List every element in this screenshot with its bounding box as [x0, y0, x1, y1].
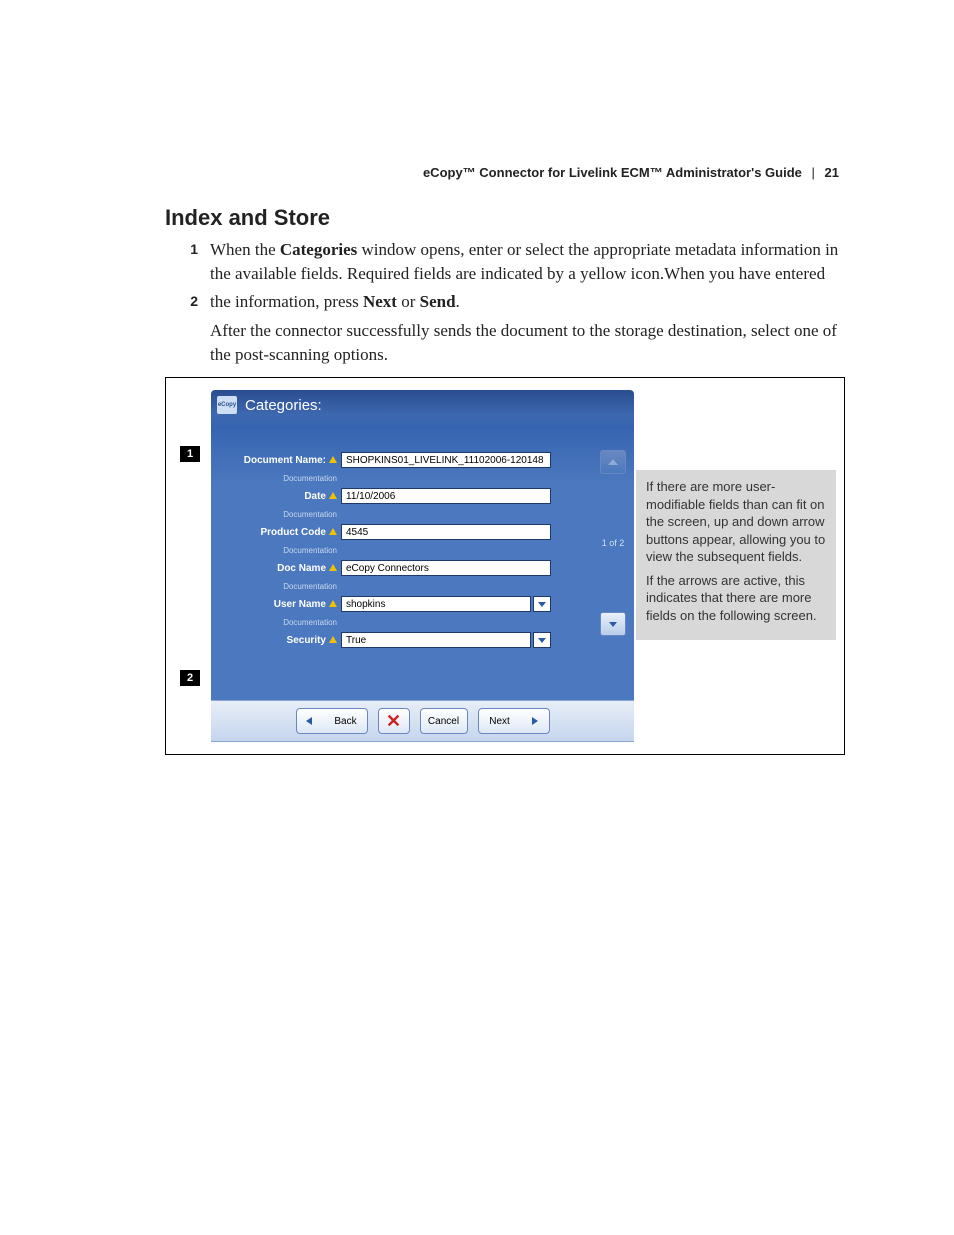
next-label: Next — [489, 716, 510, 727]
hint-document-name: Documentation — [211, 474, 341, 484]
label-doc-name: Doc Name — [211, 563, 341, 574]
field-row-date: Date — [211, 486, 634, 506]
page-header: eCopy™ Connector for Livelink ECM™ Admin… — [423, 165, 839, 180]
required-icon — [329, 636, 337, 643]
page-number: 21 — [825, 165, 839, 180]
input-product-code[interactable] — [341, 524, 551, 540]
field-row-security: Security — [211, 630, 634, 650]
chevron-down-icon — [609, 622, 617, 627]
window-title: Categories: — [245, 397, 322, 414]
input-date[interactable] — [341, 488, 551, 504]
back-button[interactable]: Back — [296, 708, 368, 734]
field-list: Document Name: Documentation Date Docume… — [211, 450, 634, 654]
chevron-up-icon — [608, 459, 618, 465]
step-content-1: When the Categories window opens, enter … — [210, 238, 845, 286]
label-document-name: Document Name: — [211, 455, 341, 466]
input-security[interactable] — [341, 632, 531, 648]
label-product-code: Product Code — [211, 527, 341, 538]
back-label: Back — [334, 716, 356, 727]
body-text: 1 When the Categories window opens, ente… — [180, 238, 845, 371]
field-row-doc-name: Doc Name — [211, 558, 634, 578]
step-content-2: the information, press Next or Send. Aft… — [210, 290, 845, 367]
input-doc-name[interactable] — [341, 560, 551, 576]
label-user-name: User Name — [211, 599, 341, 610]
categories-window: eCopy Categories: Document Name: Documen… — [211, 390, 634, 700]
button-bar: Back ✕ Cancel Next — [211, 700, 634, 742]
section-title: Index and Store — [165, 205, 330, 231]
ecopy-logo-icon: eCopy — [217, 396, 237, 414]
cancel-icon-button[interactable]: ✕ — [378, 708, 410, 734]
input-user-name[interactable] — [341, 596, 531, 612]
side-note: If there are more user-modifiable fields… — [636, 470, 836, 640]
hint-user-name: Documentation — [211, 618, 341, 628]
dropdown-user-name[interactable] — [533, 596, 551, 612]
label-security: Security — [211, 635, 341, 646]
scroll-column: 1 of 2 — [600, 450, 626, 636]
step-number-2: 2 — [180, 290, 210, 367]
required-icon — [329, 528, 337, 535]
chevron-down-icon — [538, 638, 546, 643]
hint-product-code: Documentation — [211, 546, 341, 556]
required-icon — [329, 492, 337, 499]
next-button[interactable]: Next — [478, 708, 550, 734]
dropdown-security[interactable] — [533, 632, 551, 648]
arrow-right-icon — [532, 717, 538, 725]
scroll-up-button[interactable] — [600, 450, 626, 474]
field-row-user-name: User Name — [211, 594, 634, 614]
cancel-button[interactable]: Cancel — [420, 708, 468, 734]
sidenote-p2: If the arrows are active, this indicates… — [646, 572, 826, 625]
callout-1: 1 — [180, 446, 200, 462]
input-document-name[interactable] — [341, 452, 551, 468]
figure-container: eCopy Categories: Document Name: Documen… — [165, 377, 845, 755]
page-indicator: 1 of 2 — [602, 538, 625, 548]
required-icon — [329, 564, 337, 571]
scroll-down-button[interactable] — [600, 612, 626, 636]
field-row-document-name: Document Name: — [211, 450, 634, 470]
chevron-down-icon — [538, 602, 546, 607]
hint-doc-name: Documentation — [211, 582, 341, 592]
cancel-label: Cancel — [428, 716, 459, 727]
required-icon — [329, 456, 337, 463]
window-titlebar: eCopy Categories: — [211, 390, 634, 420]
required-icon — [329, 600, 337, 607]
step-number-1: 1 — [180, 238, 210, 286]
header-separator: | — [812, 165, 815, 180]
label-date: Date — [211, 491, 341, 502]
doc-title: eCopy™ Connector for Livelink ECM™ Admin… — [423, 165, 802, 180]
sidenote-p1: If there are more user-modifiable fields… — [646, 478, 826, 566]
arrow-left-icon — [306, 717, 312, 725]
hint-date: Documentation — [211, 510, 341, 520]
field-row-product-code: Product Code — [211, 522, 634, 542]
callout-2: 2 — [180, 670, 200, 686]
close-icon: ✕ — [386, 711, 401, 732]
